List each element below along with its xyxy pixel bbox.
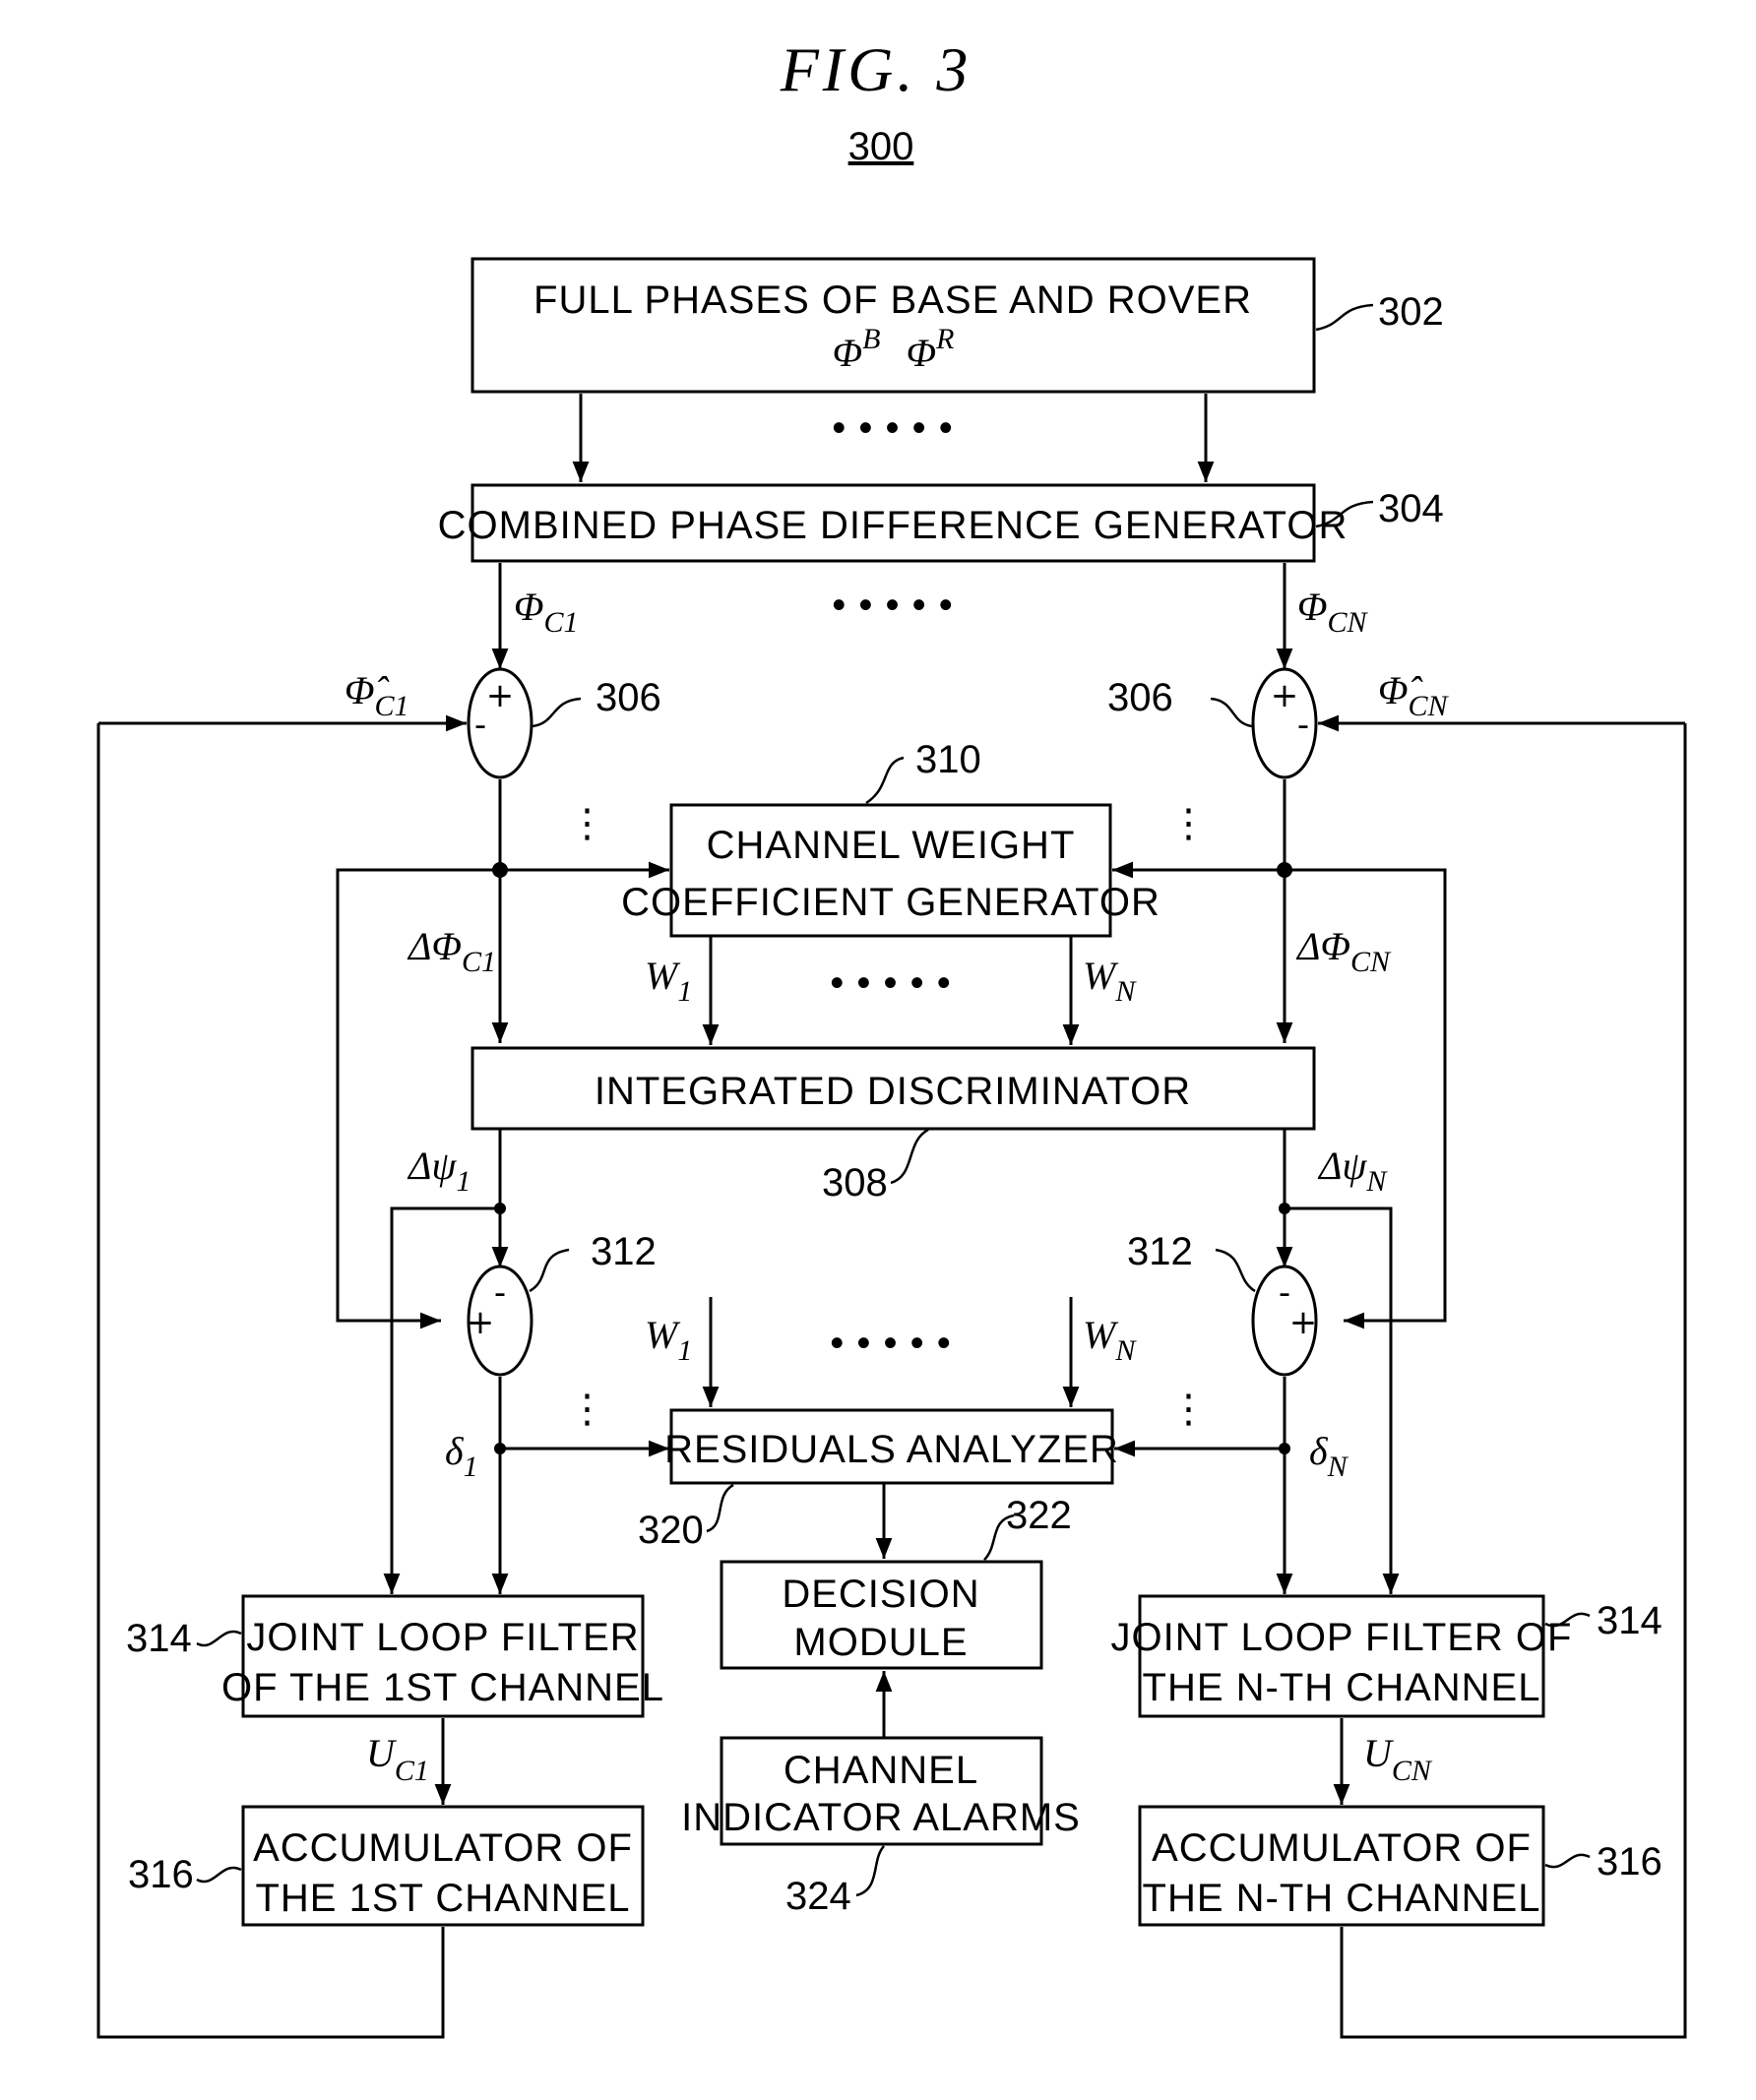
label-u-cn: UCN bbox=[1363, 1731, 1433, 1787]
summer-312-left: - + bbox=[467, 1265, 533, 1377]
block-residuals-analyzer-label: RESIDUALS ANALYZER bbox=[664, 1428, 1119, 1471]
block-residuals-analyzer: RESIDUALS ANALYZER bbox=[664, 1408, 1119, 1485]
vellipsis-4: ⋮ bbox=[1169, 1388, 1210, 1431]
ref-316-left-leader bbox=[196, 1866, 242, 1884]
block-loop-filter-1-line2: OF THE 1ST CHANNEL bbox=[221, 1666, 664, 1709]
ref-312-right: 312 bbox=[1127, 1230, 1193, 1273]
ref-312-left-leader bbox=[529, 1248, 570, 1293]
summer-306-right: + - bbox=[1251, 667, 1318, 779]
block-channel-alarms: CHANNEL INDICATOR ALARMS bbox=[681, 1736, 1081, 1846]
ref-324: 324 bbox=[785, 1875, 851, 1918]
block-accumulator-1: ACCUMULATOR OF THE 1ST CHANNEL bbox=[241, 1805, 645, 1927]
ref-308: 308 bbox=[822, 1161, 888, 1204]
ref-320: 320 bbox=[638, 1509, 704, 1552]
ref-316-right: 316 bbox=[1597, 1840, 1662, 1884]
summer-312-right: - + bbox=[1251, 1265, 1318, 1377]
label-phi-hat-c1: Φ̂C1 bbox=[345, 668, 408, 722]
block-decision-line2: MODULE bbox=[793, 1621, 968, 1664]
label-wn-bottom: WN bbox=[1083, 1313, 1137, 1367]
block-accumulator-1-line2: THE 1ST CHANNEL bbox=[255, 1877, 630, 1920]
block-decision-line1: DECISION bbox=[782, 1573, 979, 1616]
ellipsis-312: • • • • • bbox=[830, 1322, 951, 1365]
block-full-phases: FULL PHASES OF BASE AND ROVER ΦB ΦR bbox=[470, 257, 1316, 394]
svg-text:+: + bbox=[467, 1303, 495, 1342]
block-loop-filter-n-line1: JOINT LOOP FILTER OF bbox=[1111, 1616, 1573, 1659]
svg-text:+: + bbox=[486, 676, 515, 715]
block-loop-filter-1-line1: JOINT LOOP FILTER bbox=[246, 1616, 639, 1659]
block-alarms-line2: INDICATOR ALARMS bbox=[681, 1796, 1081, 1839]
block-diagram: FIG. 3 300 FULL PHASES OF BASE AND ROVER… bbox=[96, 34, 1687, 2039]
block-accumulator-n: ACCUMULATOR OF THE N-TH CHANNEL bbox=[1138, 1805, 1545, 1927]
label-delta-1: δ1 bbox=[445, 1429, 478, 1483]
ref-314-right: 314 bbox=[1597, 1599, 1662, 1642]
label-w1-top: W1 bbox=[645, 954, 692, 1008]
block-loop-filter-n-line2: THE N-TH CHANNEL bbox=[1143, 1666, 1541, 1709]
ref-310: 310 bbox=[915, 738, 981, 781]
figure-title: FIG. 3 bbox=[780, 34, 972, 104]
ref-308-leader bbox=[890, 1128, 929, 1185]
label-dphi-c1: ΔΦC1 bbox=[407, 924, 496, 978]
block-loop-filter-n: JOINT LOOP FILTER OF THE N-TH CHANNEL bbox=[1111, 1594, 1573, 1718]
ref-310-leader bbox=[865, 756, 905, 805]
ref-306-left: 306 bbox=[596, 676, 661, 719]
summer-306-left: + - bbox=[467, 667, 533, 779]
label-delta-n: δN bbox=[1309, 1429, 1349, 1483]
label-phi-cn: ΦCN bbox=[1297, 585, 1368, 639]
block-accumulator-n-line1: ACCUMULATOR OF bbox=[1152, 1826, 1532, 1870]
block-loop-filter-1: JOINT LOOP FILTER OF THE 1ST CHANNEL bbox=[221, 1594, 664, 1718]
label-phi-hat-cn: Φ̂CN bbox=[1378, 668, 1449, 722]
ellipsis-310: • • • • • bbox=[830, 961, 951, 1005]
block-accumulator-n-line2: THE N-TH CHANNEL bbox=[1143, 1877, 1541, 1920]
svg-text:+: + bbox=[1271, 676, 1299, 715]
ref-322: 322 bbox=[1006, 1494, 1072, 1537]
ref-324-leader bbox=[855, 1845, 885, 1897]
ref-302-leader bbox=[1315, 303, 1374, 332]
block-decision-module: DECISION MODULE bbox=[720, 1560, 1043, 1670]
ref-312-left: 312 bbox=[591, 1230, 657, 1273]
ref-320-leader bbox=[706, 1483, 734, 1533]
block-accumulator-1-line1: ACCUMULATOR OF bbox=[253, 1826, 633, 1870]
block-combined-phase-label: COMBINED PHASE DIFFERENCE GENERATOR bbox=[438, 504, 1348, 547]
svg-text:-: - bbox=[494, 1273, 506, 1313]
ref-302: 302 bbox=[1378, 290, 1444, 334]
block-channel-weight: CHANNEL WEIGHT COEFFICIENT GENERATOR bbox=[621, 803, 1160, 938]
svg-text:-: - bbox=[474, 706, 486, 745]
block-alarms-line1: CHANNEL bbox=[784, 1749, 978, 1792]
ellipsis-304: • • • • • bbox=[832, 584, 953, 627]
label-dpsi-1: Δψ1 bbox=[407, 1143, 470, 1198]
svg-text:+: + bbox=[1289, 1303, 1318, 1342]
label-w1-bottom: W1 bbox=[645, 1313, 692, 1367]
vellipsis-2: ⋮ bbox=[1169, 802, 1210, 845]
label-phi-c1: ΦC1 bbox=[514, 585, 578, 639]
ellipsis-302: • • • • • bbox=[832, 406, 953, 450]
block-channel-weight-line1: CHANNEL WEIGHT bbox=[707, 824, 1076, 867]
label-u-c1: UC1 bbox=[366, 1731, 429, 1787]
block-combined-phase: COMBINED PHASE DIFFERENCE GENERATOR bbox=[438, 483, 1348, 563]
wire-dpsi-n-to-314 bbox=[1285, 1206, 1400, 1594]
svg-text:-: - bbox=[1297, 706, 1309, 745]
figure-number: 300 bbox=[848, 125, 914, 168]
label-dphi-cn: ΔΦCN bbox=[1295, 924, 1392, 978]
ref-306-right-leader bbox=[1210, 697, 1253, 728]
label-wn-top: WN bbox=[1083, 954, 1137, 1008]
block-integrated-discriminator-label: INTEGRATED DISCRIMINATOR bbox=[595, 1070, 1191, 1113]
block-integrated-discriminator: INTEGRATED DISCRIMINATOR bbox=[470, 1046, 1316, 1131]
ref-314-left: 314 bbox=[126, 1617, 192, 1660]
ref-312-right-leader bbox=[1215, 1248, 1256, 1293]
ref-304: 304 bbox=[1378, 487, 1444, 530]
ref-316-left: 316 bbox=[128, 1853, 194, 1896]
ref-316-right-leader bbox=[1544, 1853, 1591, 1869]
vellipsis-1: ⋮ bbox=[568, 802, 608, 845]
ref-306-right: 306 bbox=[1107, 676, 1173, 719]
block-channel-weight-line2: COEFFICIENT GENERATOR bbox=[621, 881, 1160, 924]
block-full-phases-label: FULL PHASES OF BASE AND ROVER bbox=[533, 278, 1252, 322]
ref-306-left-leader bbox=[532, 697, 582, 728]
vellipsis-3: ⋮ bbox=[568, 1388, 608, 1431]
label-dpsi-n: ΔψN bbox=[1317, 1143, 1388, 1198]
ref-314-left-leader bbox=[196, 1630, 242, 1647]
wire-dpsi-1-to-314 bbox=[383, 1206, 500, 1594]
